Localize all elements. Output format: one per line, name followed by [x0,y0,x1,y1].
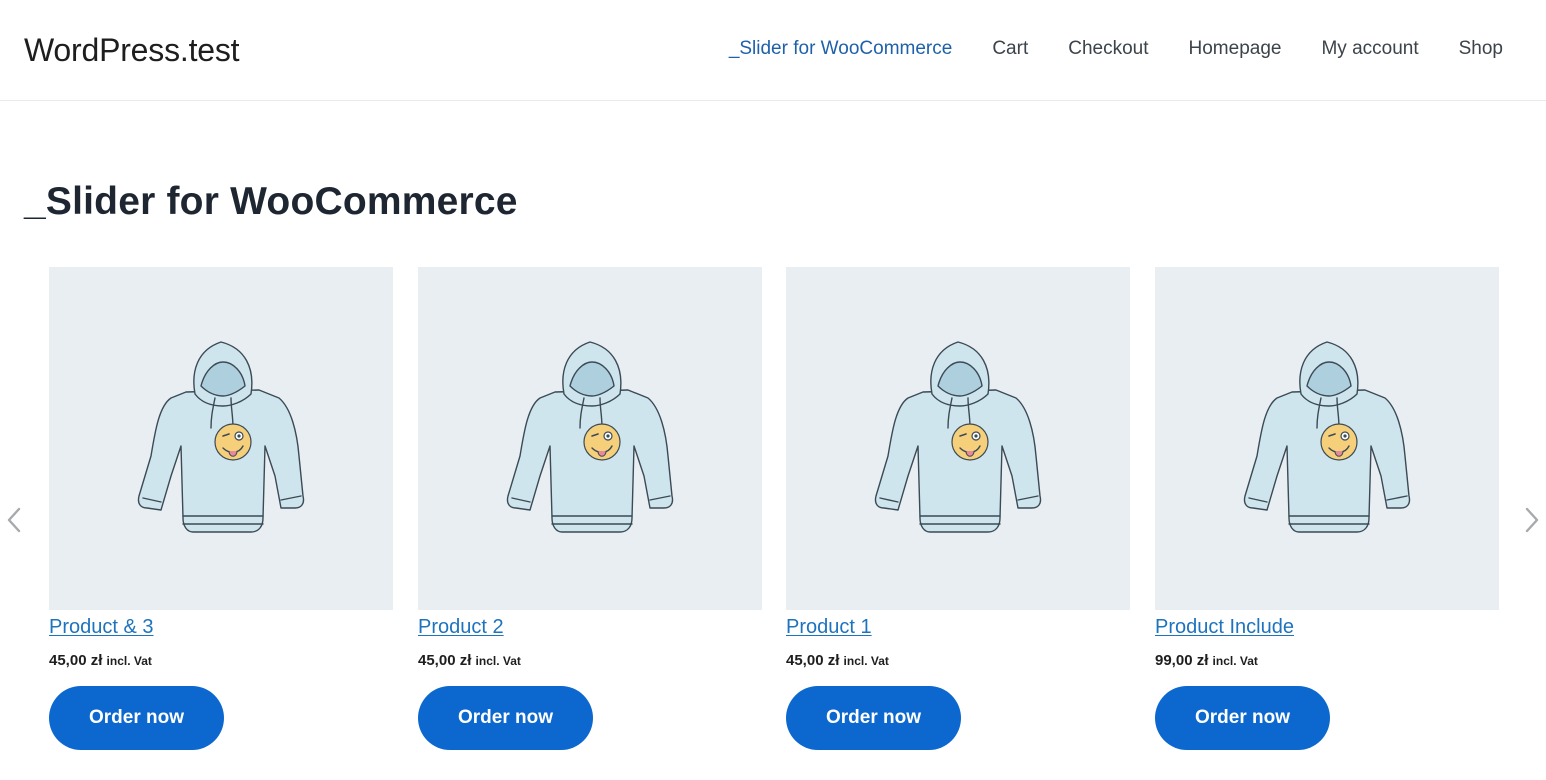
price-suffix: incl. Vat [1212,654,1258,668]
main-navigation: _Slider for WooCommerce Cart Checkout Ho… [729,38,1503,60]
price-amount: 45,00 zł [786,652,840,669]
slider-next-button[interactable] [1520,505,1544,535]
chevron-right-icon [1525,507,1539,533]
product-image[interactable] [49,267,393,610]
order-now-button[interactable]: Order now [49,686,224,750]
nav-link-shop[interactable]: Shop [1459,38,1503,59]
nav-link-slider-for-woocommerce[interactable]: _Slider for WooCommerce [729,38,953,59]
site-header: WordPress.test _Slider for WooCommerce C… [0,0,1546,101]
chevron-left-icon [7,507,21,533]
hoodie-icon [874,340,1042,533]
price-amount: 45,00 zł [418,652,472,669]
product-name-link[interactable]: Product 2 [418,616,504,639]
page-title: _Slider for WooCommerce [24,180,518,223]
product-price: 45,00 zł incl. Vat [49,652,393,669]
nav-item: Cart [992,38,1028,60]
product-name-link[interactable]: Product Include [1155,616,1294,639]
price-suffix: incl. Vat [843,654,889,668]
price-suffix: incl. Vat [106,654,152,668]
order-now-button[interactable]: Order now [786,686,961,750]
order-now-button[interactable]: Order now [418,686,593,750]
nav-item: My account [1321,38,1418,60]
nav-item: _Slider for WooCommerce [729,38,953,60]
hoodie-icon [506,340,674,533]
product-card: Product & 3 45,00 zł incl. Vat Order now [49,267,393,750]
product-price: 99,00 zł incl. Vat [1155,652,1499,669]
product-price: 45,00 zł incl. Vat [418,652,762,669]
product-image[interactable] [1155,267,1499,610]
product-card: Product Include 99,00 zł incl. Vat Order… [1155,267,1499,750]
product-card: Product 2 45,00 zł incl. Vat Order now [418,267,762,750]
product-price: 45,00 zł incl. Vat [786,652,1130,669]
slider-prev-button[interactable] [2,505,26,535]
price-amount: 99,00 zł [1155,652,1209,669]
hoodie-icon [1243,340,1411,533]
nav-link-checkout[interactable]: Checkout [1068,38,1148,59]
nav-link-my-account[interactable]: My account [1321,38,1418,59]
product-card: Product 1 45,00 zł incl. Vat Order now [786,267,1130,750]
product-image[interactable] [786,267,1130,610]
price-amount: 45,00 zł [49,652,103,669]
hoodie-icon [137,340,305,533]
price-suffix: incl. Vat [475,654,521,668]
product-name-link[interactable]: Product 1 [786,616,872,639]
order-now-button[interactable]: Order now [1155,686,1330,750]
site-title[interactable]: WordPress.test [24,32,240,69]
nav-item: Checkout [1068,38,1148,60]
nav-item: Shop [1459,38,1503,60]
nav-item: Homepage [1189,38,1282,60]
product-name-link[interactable]: Product & 3 [49,616,154,639]
nav-link-homepage[interactable]: Homepage [1189,38,1282,59]
product-image[interactable] [418,267,762,610]
nav-link-cart[interactable]: Cart [992,38,1028,59]
